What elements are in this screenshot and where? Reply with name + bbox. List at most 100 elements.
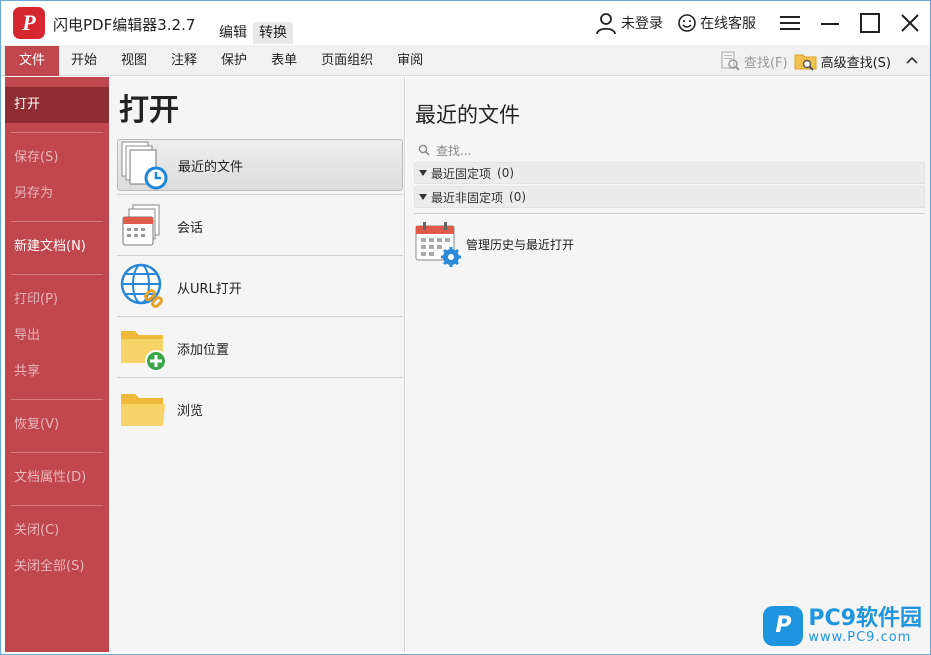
ribbon-bar: 文件 开始 视图 注释 保护 表单 页面组织 审阅 查找(F) 高级查找(S) <box>1 45 930 76</box>
close-icon <box>901 14 919 32</box>
menu-item-save-as[interactable]: 另存为 <box>5 176 109 212</box>
online-service-button[interactable]: 在线客服 <box>677 13 756 33</box>
open-item-add-location[interactable]: 添加位置 <box>117 322 403 374</box>
recent-files-heading: 最近的文件 <box>415 103 520 127</box>
menu-item-document-properties[interactable]: 文档属性(D) <box>5 460 109 496</box>
unpinned-group-count: (0) <box>509 190 527 204</box>
menu-item-new-document[interactable]: 新建文档(N) <box>5 229 109 265</box>
recent-divider <box>414 213 925 214</box>
triangle-down-icon <box>419 194 427 200</box>
menu-item-print[interactable]: 打印(P) <box>5 282 109 318</box>
open-item-from-url[interactable]: 从URL打开 <box>117 261 403 313</box>
tab-view[interactable]: 视图 <box>109 46 159 76</box>
collapse-ribbon-button[interactable] <box>905 54 922 68</box>
backstage-menu: 打开 保存(S) 另存为 新建文档(N) 打印(P) 导出 共享 恢复(V) 文… <box>5 77 109 652</box>
ribbon-right-tools: 查找(F) 高级查找(S) <box>713 49 922 73</box>
session-icon <box>122 204 160 246</box>
user-icon <box>596 13 616 35</box>
title-right-controls: 未登录 在线客服 <box>594 1 930 45</box>
title-bar: P 闪电PDF编辑器3.2.7 编辑 转换 未登录 在线客服 <box>1 1 930 45</box>
open-item-session[interactable]: 会话 <box>117 200 403 252</box>
ribbon-tabs: 文件 开始 视图 注释 保护 表单 页面组织 审阅 <box>5 46 435 76</box>
menu-item-save[interactable]: 保存(S) <box>5 140 109 176</box>
maximize-button[interactable] <box>850 1 890 45</box>
open-divider <box>117 255 403 256</box>
recent-search-placeholder: 查找... <box>436 143 472 158</box>
menu-item-close[interactable]: 关闭(C) <box>5 513 109 549</box>
open-item-session-label: 会话 <box>177 220 204 236</box>
pinned-group-header[interactable]: 最近固定项 (0) <box>414 162 925 184</box>
smiley-icon <box>678 14 696 32</box>
calendar-gear-icon <box>415 222 461 267</box>
folder-icon <box>121 394 165 426</box>
unpinned-group-label: 最近非固定项 <box>431 190 504 205</box>
online-service-label: 在线客服 <box>700 16 756 32</box>
menu-item-open[interactable]: 打开 <box>5 87 109 123</box>
tab-home[interactable]: 开始 <box>59 46 109 76</box>
quick-tab-edit[interactable]: 编辑 <box>213 22 253 44</box>
menu-divider <box>11 132 103 133</box>
recent-search-field[interactable]: 查找... <box>414 140 924 160</box>
menu-divider <box>11 221 103 222</box>
menu-item-close-all[interactable]: 关闭全部(S) <box>5 549 109 585</box>
menu-divider <box>11 505 103 506</box>
close-button[interactable] <box>890 1 930 45</box>
tab-form[interactable]: 表单 <box>259 46 309 76</box>
open-divider <box>117 194 403 195</box>
app-window: P 闪电PDF编辑器3.2.7 编辑 转换 未登录 在线客服 文件 开始 视图 … <box>0 0 931 655</box>
open-item-add-location-label: 添加位置 <box>177 342 230 358</box>
app-logo-letter: P <box>22 10 36 35</box>
open-item-recent-files[interactable]: 最近的文件 <box>117 139 403 191</box>
recent-files-panel: 最近的文件 查找... 最近固定项 (0) 最近非固定项 (0) 管理历史与最近… <box>406 77 930 652</box>
menu-item-export[interactable]: 导出 <box>5 318 109 354</box>
menu-item-share[interactable]: 共享 <box>5 354 109 390</box>
open-item-recent-files-label: 最近的文件 <box>178 159 244 175</box>
watermark-main: PC9软件园 <box>808 606 922 631</box>
watermark-logo-letter: P <box>775 613 792 638</box>
minimize-button[interactable] <box>810 1 850 45</box>
menu-divider <box>11 452 103 453</box>
open-divider <box>117 316 403 317</box>
open-divider <box>117 377 403 378</box>
tab-review[interactable]: 审阅 <box>385 46 435 76</box>
globe-link-icon <box>120 263 163 308</box>
quick-tab-convert[interactable]: 转换 <box>253 22 293 44</box>
menu-item-recover[interactable]: 恢复(V) <box>5 407 109 443</box>
advanced-find-button[interactable]: 高级查找(S) <box>794 50 891 72</box>
unpinned-group-header[interactable]: 最近非固定项 (0) <box>414 186 925 208</box>
folder-add-icon <box>121 331 167 372</box>
search-icon <box>418 144 430 156</box>
recent-files-icon <box>121 141 168 190</box>
menu-divider <box>11 399 103 400</box>
minimize-icon <box>821 23 839 25</box>
manage-history-button[interactable]: 管理历史与最近打开 <box>414 219 614 269</box>
open-item-from-url-label: 从URL打开 <box>177 281 242 297</box>
menu-divider <box>11 274 103 275</box>
login-label: 未登录 <box>621 16 663 32</box>
quick-tabs: 编辑 转换 <box>213 22 293 44</box>
pinned-group-count: (0) <box>497 166 515 180</box>
open-panel: 打开 最近的文件 会话 从URL打开 添加位置 浏览 <box>109 77 405 652</box>
maximize-icon <box>860 13 880 33</box>
manage-history-label: 管理历史与最近打开 <box>466 237 575 252</box>
watermark-text: PC9软件园 www.PC9.com <box>808 607 922 645</box>
pinned-group-label: 最近固定项 <box>431 166 492 181</box>
open-panel-heading: 打开 <box>119 93 179 128</box>
triangle-down-icon <box>419 170 427 176</box>
open-item-browse-label: 浏览 <box>177 403 204 419</box>
find-button[interactable]: 查找(F) <box>719 50 788 72</box>
watermark-logo-icon: P <box>763 606 804 646</box>
app-logo-icon: P <box>13 7 45 39</box>
login-button[interactable]: 未登录 <box>594 11 663 35</box>
menu-button[interactable] <box>770 1 810 45</box>
tab-comment[interactable]: 注释 <box>159 46 209 76</box>
watermark: P PC9软件园 www.PC9.com <box>763 606 922 646</box>
advanced-find-icon <box>794 54 817 71</box>
tab-page-organize[interactable]: 页面组织 <box>309 46 385 76</box>
tab-file[interactable]: 文件 <box>5 46 59 76</box>
find-document-icon <box>721 51 740 71</box>
open-item-browse[interactable]: 浏览 <box>117 383 403 435</box>
tab-protect[interactable]: 保护 <box>209 46 259 76</box>
watermark-sub: www.PC9.com <box>808 630 912 645</box>
find-label: 查找(F) <box>743 55 788 71</box>
